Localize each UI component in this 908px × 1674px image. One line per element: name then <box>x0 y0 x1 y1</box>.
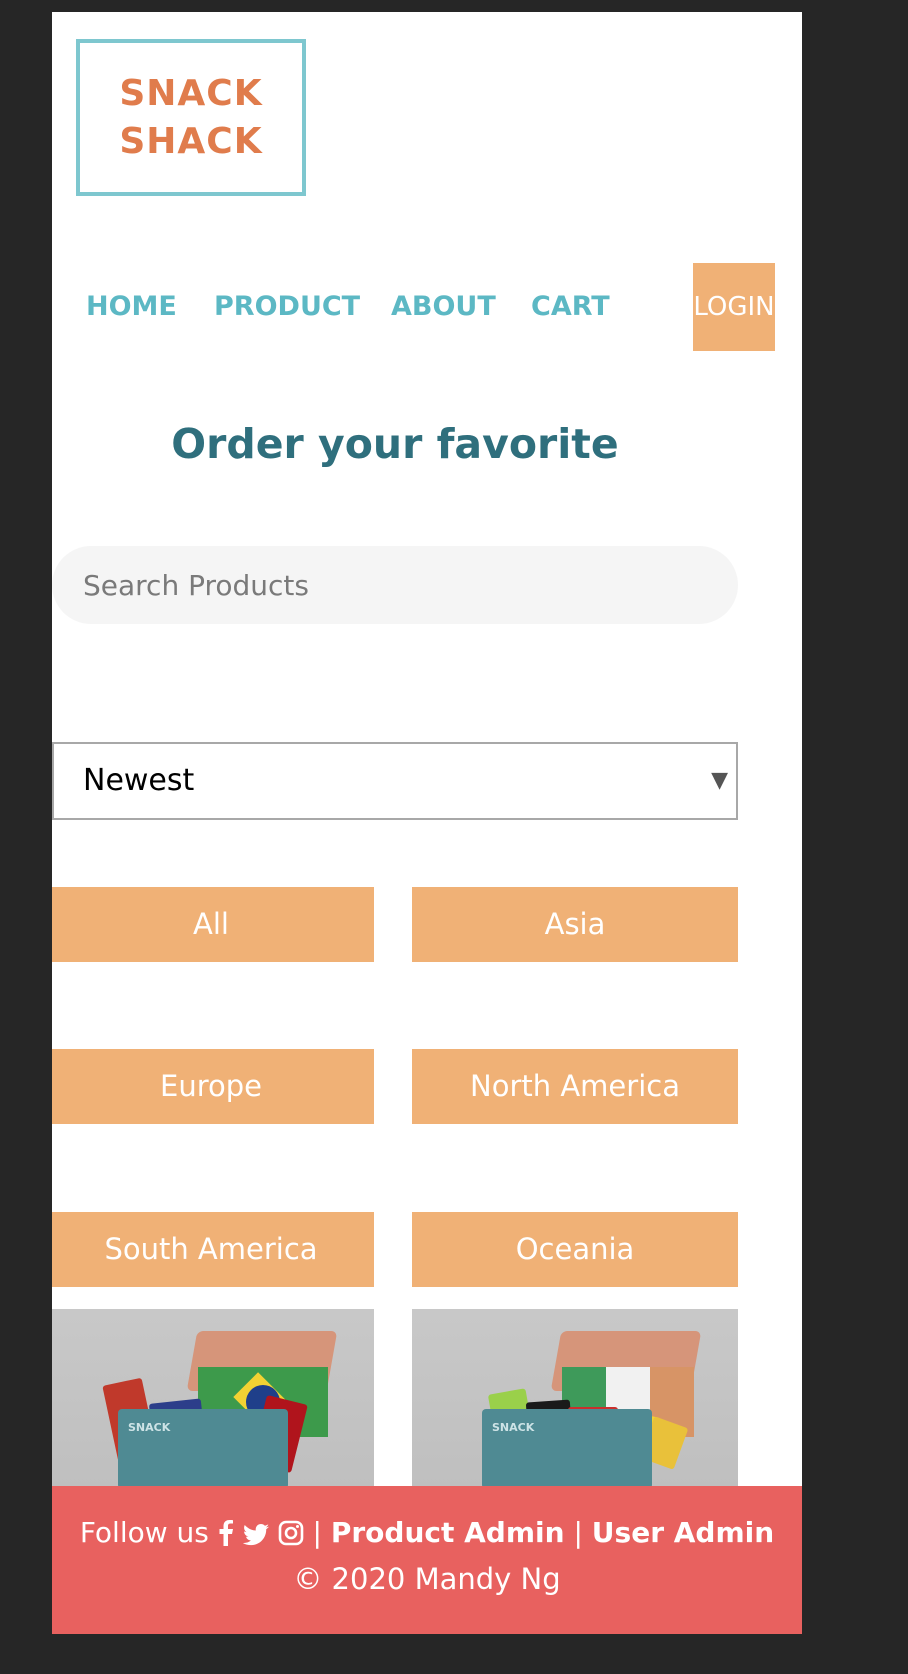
instagram-icon[interactable] <box>278 1520 304 1553</box>
main-nav: HOME PRODUCT ABOUT CART LOGIN <box>52 263 802 353</box>
logo-line-2: SHACK <box>119 120 263 162</box>
login-button[interactable]: LOGIN <box>693 263 775 351</box>
box-base-shape: SNACK <box>482 1409 652 1489</box>
filter-all-button[interactable]: All <box>52 887 374 962</box>
copyright-text: © 2020 Mandy Ng <box>293 1562 561 1596</box>
filter-oceania-button[interactable]: Oceania <box>412 1212 738 1287</box>
sort-select[interactable]: Newest ▼ <box>52 742 738 820</box>
site-footer: Follow us | Product Admin | User Admin ©… <box>52 1486 802 1634</box>
user-admin-link[interactable]: User Admin <box>592 1516 774 1549</box>
product-admin-link[interactable]: Product Admin <box>331 1516 565 1549</box>
filter-south-america-button[interactable]: South America <box>52 1212 374 1287</box>
page-headline: Order your favorite <box>171 420 619 468</box>
box-base-shape: SNACK <box>118 1409 288 1489</box>
facebook-icon[interactable] <box>218 1520 234 1553</box>
nav-cart[interactable]: CART <box>531 263 610 351</box>
filter-europe-button[interactable]: Europe <box>52 1049 374 1124</box>
logo-line-1: SNACK <box>119 72 263 114</box>
nav-product[interactable]: PRODUCT <box>214 263 360 351</box>
page-container: SNACK SHACK HOME PRODUCT ABOUT CART LOGI… <box>52 12 802 1634</box>
footer-separator: | <box>312 1516 322 1549</box>
product-card-image[interactable]: SNACK <box>52 1309 374 1489</box>
product-card-image[interactable]: SNACK <box>412 1309 738 1489</box>
footer-separator: | <box>573 1516 583 1549</box>
footer-links-line: Follow us | Product Admin | User Admin <box>52 1516 802 1553</box>
nav-home[interactable]: HOME <box>86 263 177 351</box>
sort-selected-value: Newest <box>83 763 195 798</box>
follow-us-label: Follow us <box>79 1516 209 1549</box>
search-input[interactable] <box>52 546 738 624</box>
twitter-icon[interactable] <box>242 1520 269 1553</box>
filter-north-america-button[interactable]: North America <box>412 1049 738 1124</box>
nav-about[interactable]: ABOUT <box>391 263 496 351</box>
filter-asia-button[interactable]: Asia <box>412 887 738 962</box>
snack-shack-logo[interactable]: SNACK SHACK <box>76 39 306 196</box>
chevron-down-icon: ▼ <box>711 768 728 793</box>
